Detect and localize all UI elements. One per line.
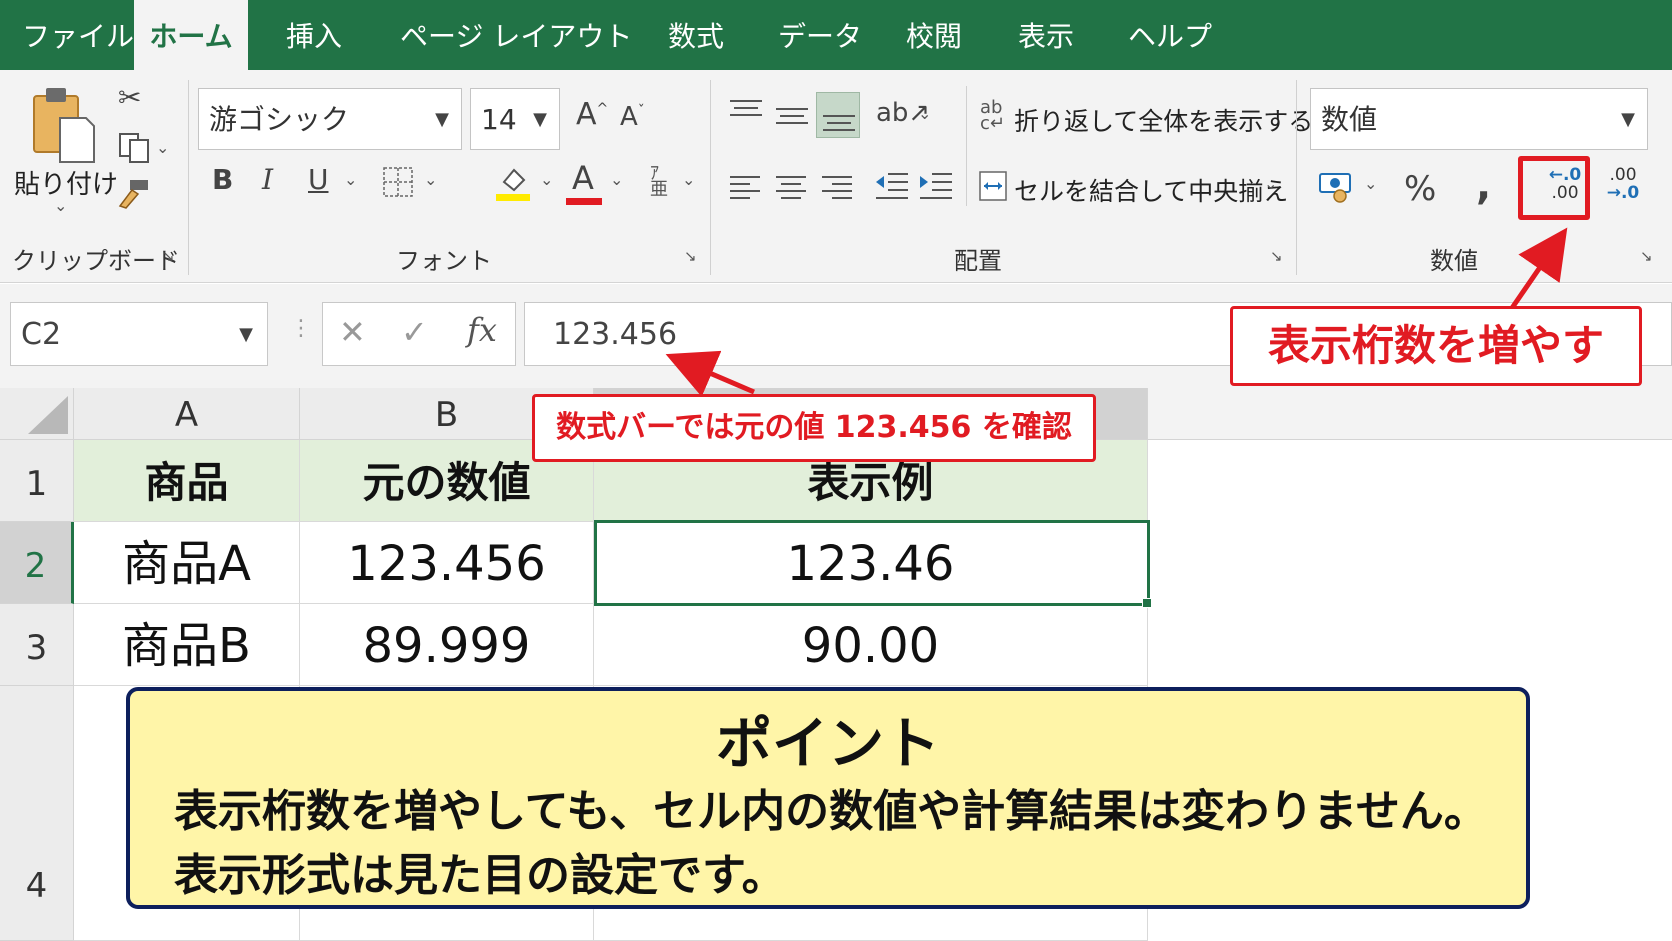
point-box: ポイント 表示桁数を増やしても、セル内の数値や計算結果は変わりません。 表示形式…	[126, 687, 1530, 909]
arrow-to-formula-bar	[665, 350, 755, 397]
point-line-1: 表示桁数を増やしても、セル内の数値や計算結果は変わりません。	[174, 786, 1488, 837]
increase-decimal-callout: 表示桁数を増やす	[1230, 306, 1642, 386]
arrow-to-increase-decimal	[1509, 227, 1568, 310]
formula-note-callout: 数式バーでは元の値 123.456 を確認	[532, 394, 1096, 462]
point-title: ポイント	[716, 712, 940, 777]
point-line-2: 表示形式は見た目の設定です。	[174, 850, 786, 901]
